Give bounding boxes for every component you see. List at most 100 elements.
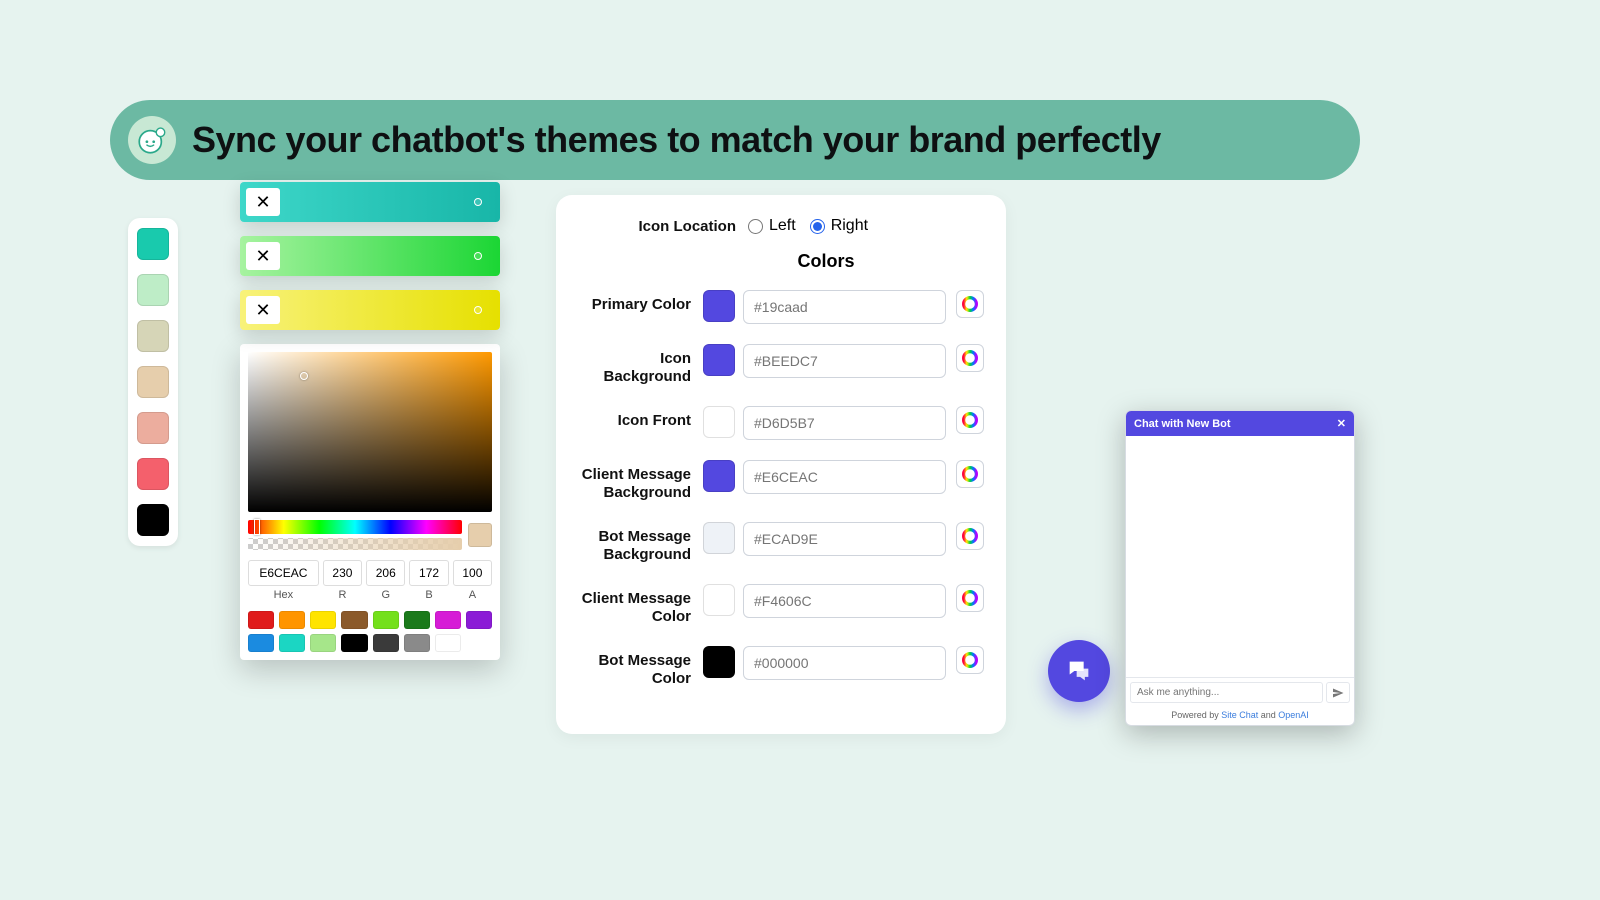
palette-swatch-6[interactable] (137, 504, 169, 536)
brand-palette (128, 218, 178, 546)
saturation-area[interactable] (248, 352, 492, 512)
icon-location-left-radio[interactable]: Left (748, 217, 796, 235)
banner-title: Sync your chatbot's themes to match your… (192, 119, 1161, 161)
sitechat-link[interactable]: Site Chat (1221, 710, 1258, 720)
hex-input[interactable] (248, 560, 319, 586)
color-hex-input[interactable] (743, 290, 946, 324)
color-field-label: Primary Color (578, 290, 703, 314)
color-picker-panel: Hex R G B A (240, 344, 500, 660)
collapsed-picker-1: ✕ (240, 236, 500, 276)
color-field-row: Icon Background (578, 344, 984, 386)
palette-swatch-1[interactable] (137, 274, 169, 306)
colors-heading: Colors (578, 251, 984, 272)
hue-slider[interactable] (248, 520, 462, 534)
picker-cursor (474, 198, 482, 206)
preset-swatch-6[interactable] (435, 611, 461, 629)
color-field-row: Icon Front (578, 406, 984, 440)
g-input[interactable] (366, 560, 405, 586)
alpha-slider[interactable] (248, 538, 462, 550)
color-picker-stack: ✕ ✕ ✕ Hex R G B A (240, 182, 500, 660)
preset-swatch-12[interactable] (373, 634, 399, 652)
preset-swatch-1[interactable] (279, 611, 305, 629)
b-input[interactable] (409, 560, 448, 586)
palette-swatch-4[interactable] (137, 412, 169, 444)
color-swatch[interactable] (703, 584, 735, 616)
color-wheel-button[interactable] (956, 460, 984, 488)
color-hex-input[interactable] (743, 460, 946, 494)
color-wheel-button[interactable] (956, 290, 984, 318)
chat-icon (1065, 657, 1093, 685)
color-field-row: Client Message Color (578, 584, 984, 626)
palette-swatch-0[interactable] (137, 228, 169, 260)
preset-swatch-11[interactable] (341, 634, 367, 652)
current-color-swatch (468, 523, 492, 547)
color-field-row: Bot Message Background (578, 522, 984, 564)
color-hex-input[interactable] (743, 584, 946, 618)
color-hex-input[interactable] (743, 646, 946, 680)
a-input[interactable] (453, 560, 492, 586)
left-radio-label: Left (769, 217, 796, 235)
palette-swatch-3[interactable] (137, 366, 169, 398)
chat-close-button[interactable]: ✕ (1337, 417, 1346, 430)
close-icon[interactable]: ✕ (246, 188, 280, 216)
preset-colors (248, 611, 492, 652)
g-label: G (366, 589, 405, 601)
color-swatch[interactable] (703, 460, 735, 492)
preset-swatch-0[interactable] (248, 611, 274, 629)
preset-swatch-4[interactable] (373, 611, 399, 629)
preset-swatch-2[interactable] (310, 611, 336, 629)
preset-swatch-14[interactable] (435, 634, 461, 652)
preset-swatch-10[interactable] (310, 634, 336, 652)
openai-link[interactable]: OpenAI (1278, 710, 1309, 720)
preset-swatch-3[interactable] (341, 611, 367, 629)
r-label: R (323, 589, 362, 601)
chat-body (1126, 436, 1354, 677)
color-wheel-button[interactable] (956, 584, 984, 612)
color-field-label: Bot Message Background (578, 522, 703, 564)
preset-swatch-8[interactable] (248, 634, 274, 652)
collapsed-picker-2: ✕ (240, 290, 500, 330)
color-field-label: Icon Background (578, 344, 703, 386)
chat-title: Chat with New Bot (1134, 418, 1231, 430)
color-swatch[interactable] (703, 522, 735, 554)
close-icon[interactable]: ✕ (246, 242, 280, 270)
color-field-label: Client Message Color (578, 584, 703, 626)
close-icon[interactable]: ✕ (246, 296, 280, 324)
color-swatch[interactable] (703, 290, 735, 322)
hue-cursor[interactable] (254, 519, 260, 535)
color-hex-input[interactable] (743, 344, 946, 378)
color-swatch[interactable] (703, 406, 735, 438)
chat-launcher-button[interactable] (1048, 640, 1110, 702)
collapsed-picker-0: ✕ (240, 182, 500, 222)
picker-cursor (474, 252, 482, 260)
preset-swatch-9[interactable] (279, 634, 305, 652)
color-field-row: Primary Color (578, 290, 984, 324)
palette-swatch-5[interactable] (137, 458, 169, 490)
a-label: A (453, 589, 492, 601)
preset-swatch-7[interactable] (466, 611, 492, 629)
palette-swatch-2[interactable] (137, 320, 169, 352)
color-swatch[interactable] (703, 646, 735, 678)
color-swatch[interactable] (703, 344, 735, 376)
preset-swatch-5[interactable] (404, 611, 430, 629)
color-wheel-button[interactable] (956, 522, 984, 550)
r-input[interactable] (323, 560, 362, 586)
headline-banner: Sync your chatbot's themes to match your… (110, 100, 1360, 180)
icon-location-right-radio[interactable]: Right (810, 217, 868, 235)
saturation-cursor[interactable] (300, 372, 308, 380)
banner-logo (128, 116, 176, 164)
chat-send-button[interactable] (1326, 682, 1350, 703)
color-wheel-button[interactable] (956, 344, 984, 372)
color-wheel-button[interactable] (956, 406, 984, 434)
hex-label: Hex (248, 589, 319, 601)
color-field-label: Icon Front (578, 406, 703, 430)
send-icon (1332, 687, 1344, 699)
chat-message-input[interactable] (1130, 682, 1323, 703)
preset-swatch-13[interactable] (404, 634, 430, 652)
chat-footer: Powered by Site Chat and OpenAI (1126, 707, 1354, 725)
color-hex-input[interactable] (743, 406, 946, 440)
chat-widget-preview: Chat with New Bot ✕ Powered by Site Chat… (1125, 410, 1355, 726)
right-radio-label: Right (831, 217, 868, 235)
color-hex-input[interactable] (743, 522, 946, 556)
color-wheel-button[interactable] (956, 646, 984, 674)
